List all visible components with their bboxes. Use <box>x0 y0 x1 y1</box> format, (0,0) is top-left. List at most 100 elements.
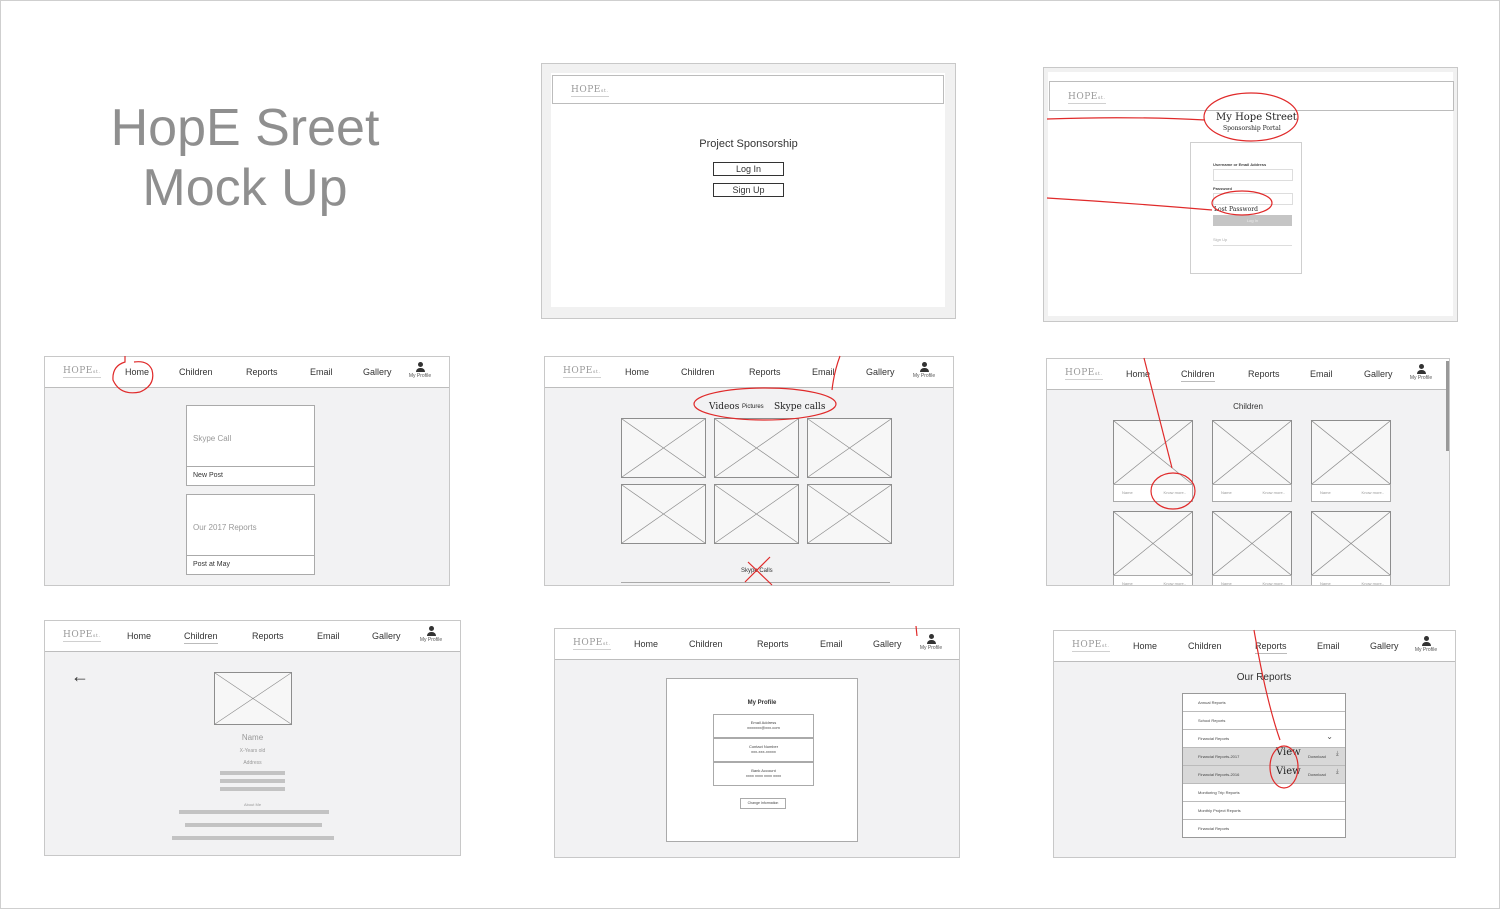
child-name: Name <box>1122 490 1133 495</box>
know-more-link[interactable]: Know more.. <box>1362 581 1384 585</box>
nav-children[interactable]: Children <box>689 639 723 649</box>
download-icon[interactable]: ⤓ <box>1336 751 1339 758</box>
child-photo[interactable] <box>1212 420 1292 485</box>
logo[interactable]: HOPEst. <box>63 630 101 642</box>
child-caption: Name Know more.. <box>1113 484 1193 502</box>
profile-button[interactable]: My Profile <box>1411 636 1441 653</box>
image-placeholder[interactable] <box>807 418 892 478</box>
report-item[interactable]: Annual Reports <box>1183 694 1345 712</box>
child-photo[interactable] <box>1113 511 1193 576</box>
nav-reports[interactable]: Reports <box>1248 369 1280 379</box>
report-item[interactable]: Monthly Project Reports <box>1183 802 1345 820</box>
logo[interactable]: HOPEst. <box>1065 368 1103 380</box>
signup-link[interactable]: Sign Up <box>1213 237 1227 242</box>
post-card[interactable]: Our 2017 Reports Post at May <box>186 494 315 575</box>
report-item-expanded[interactable]: Financial Reports ⌄ <box>1183 730 1345 748</box>
about-heading: About Me <box>243 802 262 807</box>
nav-children[interactable]: Children <box>184 631 218 644</box>
nav-gallery[interactable]: Gallery <box>1364 369 1393 379</box>
download-icon[interactable]: ⤓ <box>1336 769 1339 776</box>
nav-gallery[interactable]: Gallery <box>363 367 392 377</box>
image-placeholder[interactable] <box>807 484 892 544</box>
nav-gallery[interactable]: Gallery <box>866 367 895 377</box>
child-photo <box>214 672 292 725</box>
report-item[interactable]: School Reports <box>1183 712 1345 730</box>
logo[interactable]: HOPEst. <box>573 638 611 650</box>
text-line-placeholder <box>220 787 285 791</box>
nav-reports[interactable]: Reports <box>246 367 278 377</box>
child-photo[interactable] <box>1113 420 1193 485</box>
password-label: Password <box>1213 186 1232 191</box>
image-placeholder[interactable] <box>621 418 706 478</box>
know-more-link[interactable]: Know more.. <box>1362 490 1384 495</box>
image-placeholder[interactable] <box>621 484 706 544</box>
nav-email[interactable]: Email <box>1310 369 1333 379</box>
nav-children[interactable]: Children <box>681 367 715 377</box>
nav-gallery[interactable]: Gallery <box>873 639 902 649</box>
nav-email[interactable]: Email <box>1317 641 1340 651</box>
nav-home[interactable]: Home <box>1133 641 1157 651</box>
nav-email[interactable]: Email <box>310 367 333 377</box>
nav-email[interactable]: Email <box>820 639 843 649</box>
nav-children[interactable]: Children <box>1188 641 1222 651</box>
profile-button[interactable]: My Profile <box>416 626 446 643</box>
nav-children[interactable]: Children <box>1181 369 1215 382</box>
username-input[interactable] <box>1213 169 1293 181</box>
password-input[interactable] <box>1213 193 1293 205</box>
field-value: xxxxxxx@xxx.com <box>747 725 780 730</box>
know-more-link[interactable]: Know more.. <box>1164 581 1186 585</box>
logo[interactable]: HOPEst. <box>1072 640 1110 652</box>
profile-button[interactable]: My Profile <box>909 362 939 379</box>
nav-reports[interactable]: Reports <box>749 367 781 377</box>
nav-home[interactable]: Home <box>1126 369 1150 379</box>
nav-email[interactable]: Email <box>317 631 340 641</box>
login-submit[interactable]: Log In <box>1213 215 1292 226</box>
nav-reports[interactable]: Reports <box>252 631 284 641</box>
download-link[interactable]: Download <box>1308 772 1326 777</box>
logo[interactable]: HOPEst. <box>563 366 601 378</box>
image-placeholder[interactable] <box>714 418 799 478</box>
image-placeholder[interactable] <box>714 484 799 544</box>
nav-home[interactable]: Home <box>625 367 649 377</box>
profile-button[interactable]: My Profile <box>405 362 435 379</box>
download-link[interactable]: Download <box>1308 754 1326 759</box>
text-line-placeholder <box>172 836 334 840</box>
view-link[interactable]: View <box>1276 766 1301 777</box>
tab-pictures[interactable]: Pictures <box>742 404 764 410</box>
tab-skype-calls[interactable]: Skype calls <box>774 402 825 412</box>
tab-videos[interactable]: Videos <box>709 402 739 412</box>
know-more-link[interactable]: Know more.. <box>1164 490 1186 495</box>
portal-title: My Hope Street <box>1216 112 1297 123</box>
child-caption: Name Know more.. <box>1113 575 1193 585</box>
nav-gallery[interactable]: Gallery <box>372 631 401 641</box>
nav-reports[interactable]: Reports <box>1255 641 1287 654</box>
profile-button[interactable]: My Profile <box>1406 364 1436 381</box>
nav-home[interactable]: Home <box>634 639 658 649</box>
children-heading: Children <box>1233 402 1263 411</box>
know-more-link[interactable]: Know more.. <box>1263 490 1285 495</box>
profile-button[interactable]: My Profile <box>916 634 946 651</box>
skype-calls-label: Skype Calls <box>741 568 773 574</box>
nav-reports[interactable]: Reports <box>757 639 789 649</box>
back-arrow-icon[interactable]: ← <box>71 666 89 687</box>
child-photo[interactable] <box>1212 511 1292 576</box>
child-photo[interactable] <box>1311 511 1391 576</box>
nav-gallery[interactable]: Gallery <box>1370 641 1399 651</box>
view-link[interactable]: View <box>1276 747 1301 758</box>
nav-email[interactable]: Email <box>812 367 835 377</box>
lost-password-link[interactable]: Lost Password <box>1214 206 1258 213</box>
nav-home[interactable]: Home <box>125 367 149 377</box>
change-information-button[interactable]: Change Information <box>740 798 786 809</box>
nav-children[interactable]: Children <box>179 367 213 377</box>
login-button[interactable]: Log In <box>713 162 784 176</box>
nav-home[interactable]: Home <box>127 631 151 641</box>
know-more-link[interactable]: Know more.. <box>1263 581 1285 585</box>
logo[interactable]: HOPEst. <box>63 366 101 378</box>
child-photo[interactable] <box>1311 420 1391 485</box>
post-card[interactable]: Skype Call New Post <box>186 405 315 486</box>
profile-field: Contact Number xxx-xxx-xxxxx <box>713 738 814 762</box>
report-item[interactable]: Financial Reports <box>1183 820 1345 837</box>
child-caption: Name Know more.. <box>1311 484 1391 502</box>
signup-button[interactable]: Sign Up <box>713 183 784 197</box>
report-item[interactable]: Monitoring Trip Reports <box>1183 784 1345 802</box>
